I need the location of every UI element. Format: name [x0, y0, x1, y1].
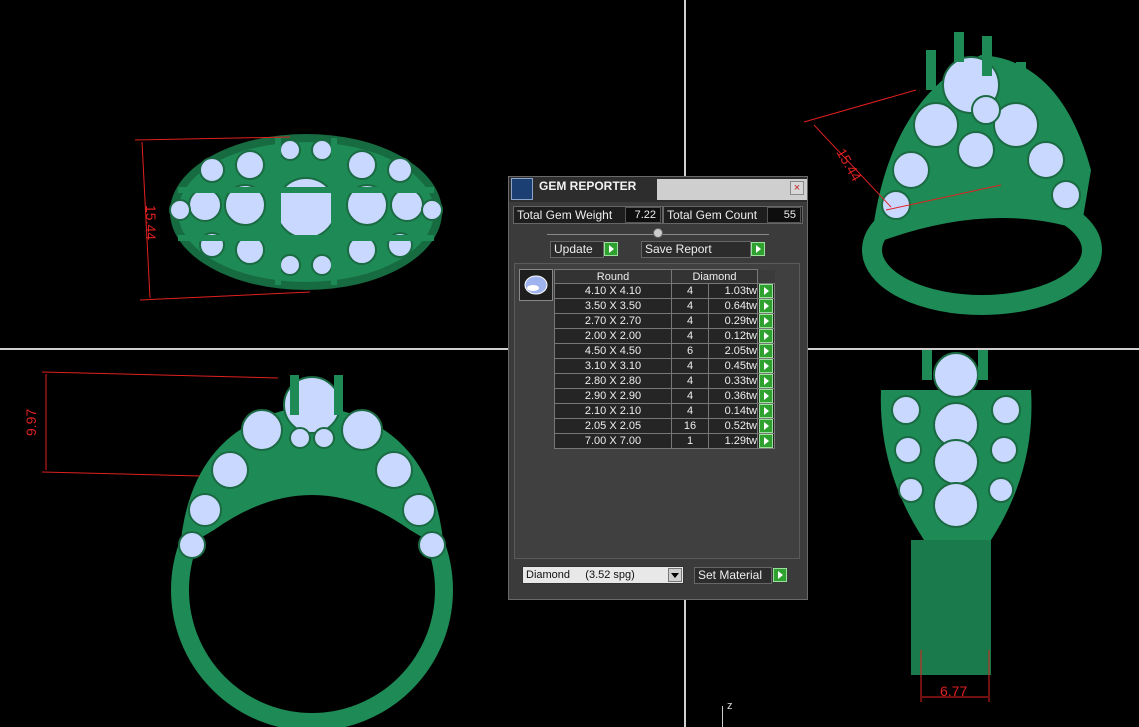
z-axis-label: z	[727, 700, 733, 712]
round-gem-icon[interactable]	[519, 269, 553, 301]
save-report-button[interactable]: Save Report	[641, 241, 751, 258]
row-action-cell	[757, 358, 775, 374]
row-action-cell	[757, 328, 775, 344]
table-row[interactable]: 2.10 X 2.10 4 0.14tw	[554, 403, 775, 419]
table-row[interactable]: 2.00 X 2.00 4 0.12tw	[554, 328, 775, 344]
row-action-cell	[757, 418, 775, 434]
gem-count-cell: 4	[671, 298, 709, 314]
table-row[interactable]: 2.70 X 2.70 4 0.29tw	[554, 313, 775, 329]
gem-reporter-icon	[511, 178, 533, 200]
select-gems-arrow-button[interactable]	[759, 329, 773, 343]
select-gems-arrow-button[interactable]	[759, 404, 773, 418]
table-row[interactable]: 2.80 X 2.80 4 0.33tw	[554, 373, 775, 389]
update-button[interactable]: Update	[550, 241, 604, 258]
select-gems-arrow-button[interactable]	[759, 419, 773, 433]
gem-weight-cell: 1.29tw	[708, 433, 758, 449]
row-action-cell	[757, 433, 775, 449]
table-row[interactable]: 7.00 X 7.00 1 1.29tw	[554, 433, 775, 449]
table-row[interactable]: 3.50 X 3.50 4 0.64tw	[554, 298, 775, 314]
material-select[interactable]: Diamond (3.52 spg)	[522, 566, 684, 584]
select-gems-arrow-button[interactable]	[759, 434, 773, 448]
table-row[interactable]: 4.10 X 4.10 4 1.03tw	[554, 283, 775, 299]
gem-table: Round Diamond 4.10 X 4.10 4 1.03tw 3.50 X 3…	[554, 269, 775, 449]
gem-count-cell: 1	[671, 433, 709, 449]
gem-size-cell: 2.10 X 2.10	[554, 403, 672, 419]
select-gems-arrow-button[interactable]	[759, 389, 773, 403]
panel-titlebar[interactable]: GEM REPORTER ×	[509, 177, 807, 202]
select-gems-arrow-button[interactable]	[759, 299, 773, 313]
titlebar-fill	[657, 179, 807, 200]
gem-reporter-panel: GEM REPORTER × Total Gem Weight 7.22 Tot…	[508, 176, 808, 600]
gem-weight-cell: 2.05tw	[708, 343, 758, 359]
dimension-label-top-right: 15.44	[833, 146, 864, 185]
select-gems-arrow-button[interactable]	[759, 374, 773, 388]
gem-count-cell: 4	[671, 283, 709, 299]
ring-top-view	[169, 134, 443, 290]
gem-count-cell: 4	[671, 313, 709, 329]
row-action-cell	[757, 283, 775, 299]
gem-size-cell: 4.50 X 4.50	[554, 343, 672, 359]
row-action-cell	[757, 373, 775, 389]
material-select-value: Diamond (3.52 spg)	[526, 569, 635, 581]
gem-weight-cell: 0.36tw	[708, 388, 758, 404]
set-material-arrow-button[interactable]	[773, 568, 787, 582]
gem-size-cell: 2.90 X 2.90	[554, 388, 672, 404]
gem-count-cell: 4	[671, 373, 709, 389]
gem-size-cell: 2.05 X 2.05	[554, 418, 672, 434]
gem-weight-cell: 0.52tw	[708, 418, 758, 434]
ring-perspective-view	[862, 32, 1102, 315]
ring-side-view	[880, 350, 1032, 675]
column-header-material: Diamond	[671, 269, 758, 284]
row-action-cell	[757, 298, 775, 314]
ring-front-view	[171, 375, 453, 727]
dimension-label-bottom-left: 9.97	[23, 409, 39, 436]
update-arrow-button[interactable]	[604, 242, 618, 256]
gem-count-cell: 4	[671, 403, 709, 419]
gem-size-cell: 2.80 X 2.80	[554, 373, 672, 389]
total-gem-count-value: 55	[767, 207, 801, 223]
gem-weight-cell: 0.45tw	[708, 358, 758, 374]
gem-weight-cell: 0.29tw	[708, 313, 758, 329]
dimension-label-top-left: 15.44	[143, 205, 159, 240]
column-header-shape: Round	[554, 269, 672, 284]
gem-weight-cell: 0.64tw	[708, 298, 758, 314]
gem-size-cell: 2.70 X 2.70	[554, 313, 672, 329]
z-axis-line	[722, 706, 723, 727]
gem-size-cell: 3.10 X 3.10	[554, 358, 672, 374]
table-row[interactable]: 4.50 X 4.50 6 2.05tw	[554, 343, 775, 359]
select-gems-arrow-button[interactable]	[759, 344, 773, 358]
gem-weight-cell: 0.14tw	[708, 403, 758, 419]
select-gems-arrow-button[interactable]	[759, 314, 773, 328]
panel-title: GEM REPORTER	[539, 179, 637, 193]
row-action-cell	[757, 388, 775, 404]
set-material-button[interactable]: Set Material	[694, 567, 772, 584]
table-row[interactable]: 2.90 X 2.90 4 0.36tw	[554, 388, 775, 404]
select-gems-arrow-button[interactable]	[759, 359, 773, 373]
gem-weight-cell: 0.33tw	[708, 373, 758, 389]
save-report-arrow-button[interactable]	[751, 242, 765, 256]
gem-count-cell: 4	[671, 358, 709, 374]
gem-count-cell: 6	[671, 343, 709, 359]
table-row[interactable]: 2.05 X 2.05 16 0.52tw	[554, 418, 775, 434]
close-button[interactable]: ×	[790, 181, 804, 195]
gem-count-cell: 16	[671, 418, 709, 434]
gem-size-cell: 7.00 X 7.00	[554, 433, 672, 449]
gem-weight-cell: 0.12tw	[708, 328, 758, 344]
gem-size-cell: 4.10 X 4.10	[554, 283, 672, 299]
row-action-cell	[757, 343, 775, 359]
chevron-down-icon[interactable]	[668, 568, 682, 582]
table-row[interactable]: 3.10 X 3.10 4 0.45tw	[554, 358, 775, 374]
select-gems-arrow-button[interactable]	[759, 284, 773, 298]
gem-count-cell: 4	[671, 388, 709, 404]
gem-size-cell: 2.00 X 2.00	[554, 328, 672, 344]
dimension-label-bottom-right: 6.77	[940, 683, 967, 699]
collapse-handle[interactable]	[653, 228, 663, 238]
gem-weight-cell: 1.03tw	[708, 283, 758, 299]
row-action-cell	[757, 403, 775, 419]
gem-count-cell: 4	[671, 328, 709, 344]
gem-size-cell: 3.50 X 3.50	[554, 298, 672, 314]
total-gem-weight-value: 7.22	[625, 207, 661, 223]
row-action-cell	[757, 313, 775, 329]
